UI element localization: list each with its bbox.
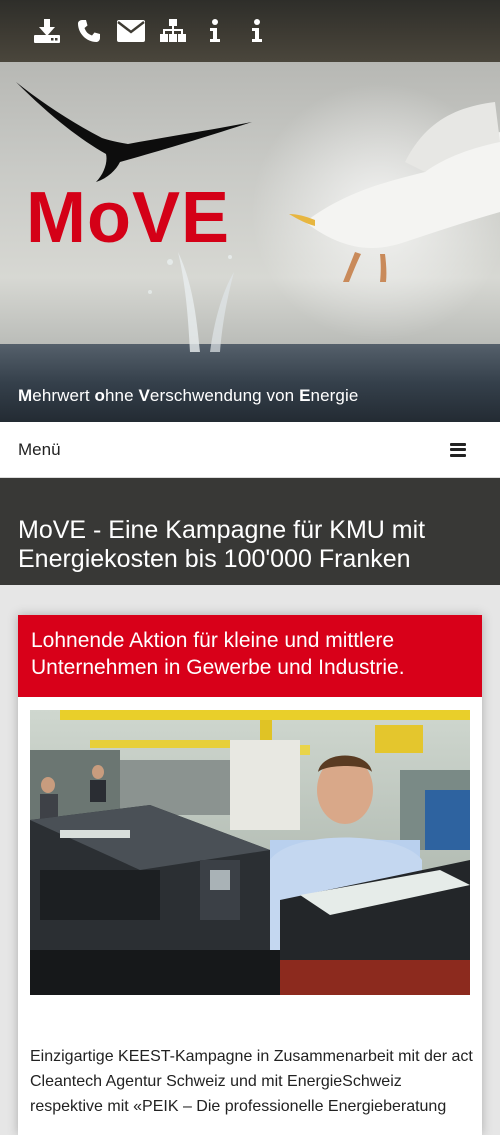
card-heading: Lohnende Aktion für kleine und mittlere …	[31, 629, 405, 679]
content-card: Lohnende Aktion für kleine und mittlere …	[18, 615, 482, 1135]
hamburger-icon[interactable]	[450, 442, 466, 457]
sitemap-icon[interactable]	[156, 16, 190, 46]
envelope-icon[interactable]	[114, 16, 148, 46]
hero-tagline: Mehrwert ohne Verschwendung von Energie	[18, 386, 359, 405]
page-title: MoVE - Eine Kampagne für KMU mit Energie…	[18, 516, 426, 573]
page-title-bar: MoVE - Eine Kampagne für KMU mit Energie…	[0, 478, 500, 585]
black-bird-logo	[16, 82, 252, 182]
info-icon[interactable]	[240, 16, 274, 46]
seagull-image	[289, 102, 500, 282]
menu-toggle-bar[interactable]: Menü	[0, 422, 500, 478]
top-icon-bar	[0, 0, 500, 62]
move-logo-text: MoVE	[26, 178, 231, 258]
download-icon[interactable]	[30, 16, 64, 46]
print-shop-photo	[30, 710, 470, 995]
card-body-text: Einzigartige KEEST-Kampagne in Zusammena…	[30, 1048, 473, 1115]
phone-icon[interactable]	[72, 16, 106, 46]
hero-banner: MoVE Mehrwert ohne Verschwendung von Ene…	[0, 62, 500, 422]
info-icon[interactable]	[198, 16, 232, 46]
card-header: Lohnende Aktion für kleine und mittlere …	[18, 615, 482, 697]
hero-water	[0, 344, 500, 422]
menu-label: Menü	[18, 439, 61, 459]
